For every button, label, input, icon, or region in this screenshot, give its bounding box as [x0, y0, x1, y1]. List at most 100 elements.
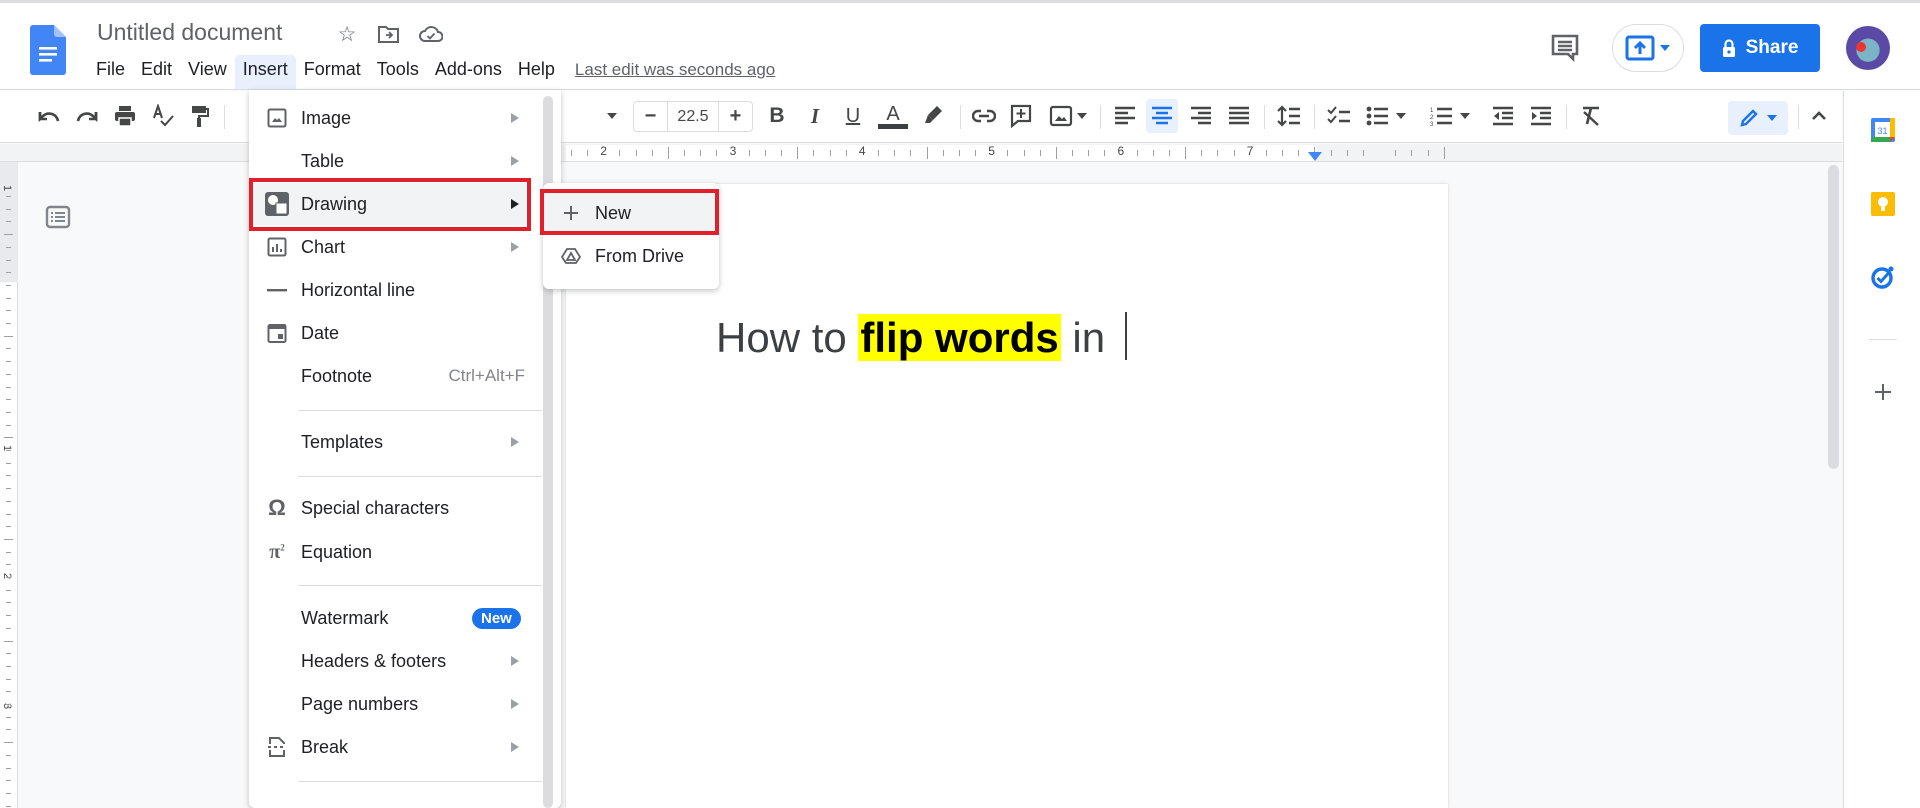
bulleted-list-button[interactable]	[1364, 101, 1408, 131]
insert-image-button[interactable]	[1046, 101, 1090, 131]
ruler-number: 2	[600, 144, 607, 158]
vertical-ruler-tick	[6, 615, 11, 617]
ruler-tick	[570, 150, 572, 156]
side-panel-divider	[1869, 339, 1897, 340]
account-avatar[interactable]	[1846, 26, 1890, 70]
underline-icon[interactable]: U	[840, 101, 866, 131]
submenu-arrow-icon	[511, 156, 519, 166]
ruler-tick	[958, 150, 960, 156]
vertical-ruler[interactable]: 1123	[0, 162, 18, 808]
bold-icon[interactable]: B	[764, 101, 790, 131]
document-outline-icon[interactable]	[45, 205, 71, 229]
menu-item-special-characters[interactable]: Ω Special characters	[249, 487, 543, 529]
vertical-ruler-tick	[6, 450, 11, 451]
undo-icon[interactable]	[36, 101, 62, 131]
ruler-tick	[635, 150, 637, 156]
decrease-font-size-button[interactable]: −	[634, 102, 667, 131]
add-addon-plus-icon[interactable]	[1870, 379, 1896, 405]
document-title[interactable]: Untitled document	[97, 19, 282, 46]
right-indent-marker[interactable]	[1308, 152, 1322, 161]
font-size-input[interactable]: 22.5	[667, 102, 719, 131]
increase-indent-icon[interactable]	[1526, 101, 1556, 131]
submenu-item-from-drive[interactable]: From Drive	[543, 236, 719, 276]
tasks-icon[interactable]	[1870, 264, 1896, 290]
ruler-tick	[700, 150, 702, 156]
ruler-number: 4	[858, 144, 866, 158]
redo-icon[interactable]	[74, 101, 100, 131]
increase-font-size-button[interactable]: +	[719, 102, 752, 131]
align-right-icon[interactable]	[1186, 101, 1216, 131]
menu-item-chart[interactable]: Chart	[249, 226, 543, 268]
menu-item-image[interactable]: Image	[249, 97, 543, 139]
menu-divider	[298, 476, 542, 477]
menu-view[interactable]: View	[180, 55, 235, 85]
ruler-tick	[1039, 150, 1041, 156]
menu-item-horizontal-line[interactable]: Horizontal line	[249, 269, 543, 311]
editing-mode-button[interactable]	[1728, 101, 1788, 135]
paint-format-icon[interactable]	[187, 101, 213, 131]
present-button[interactable]	[1612, 24, 1684, 72]
align-left-icon[interactable]	[1110, 101, 1140, 131]
keep-icon[interactable]	[1870, 191, 1896, 217]
menu-item-page-numbers[interactable]: Page numbers	[249, 683, 543, 725]
menu-format[interactable]: Format	[296, 55, 369, 85]
menu-item-table[interactable]: Table	[249, 140, 543, 182]
share-button[interactable]: Share	[1700, 24, 1820, 72]
font-dropdown-chevron-icon[interactable]	[603, 101, 621, 131]
vertical-ruler-tick	[6, 767, 11, 769]
menu-item-break[interactable]: Break	[249, 726, 543, 768]
menu-edit[interactable]: Edit	[133, 55, 180, 85]
numbered-list-button[interactable]: 123	[1428, 101, 1472, 131]
menu-item-templates[interactable]: Templates	[249, 421, 543, 463]
docs-logo-icon[interactable]	[30, 25, 66, 75]
ruler-tick	[813, 150, 815, 156]
omega-icon: Ω	[268, 495, 286, 520]
menu-item-headers-footers[interactable]: Headers & footers	[249, 640, 543, 682]
text-highlighted: flip words	[858, 314, 1061, 361]
ruler-tick	[1395, 150, 1397, 156]
checklist-icon[interactable]	[1324, 101, 1354, 131]
menu-item-date[interactable]: Date	[249, 312, 543, 354]
menu-tools[interactable]: Tools	[369, 55, 427, 85]
ruler-tick	[1298, 150, 1300, 156]
font-size-stepper: − 22.5 +	[633, 101, 753, 132]
ruler-tick	[748, 150, 750, 156]
move-to-folder-icon[interactable]	[376, 21, 402, 47]
decrease-indent-icon[interactable]	[1488, 101, 1518, 131]
document-scrollbar[interactable]	[1828, 165, 1839, 469]
insert-link-icon[interactable]	[970, 101, 998, 131]
italic-icon[interactable]: I	[802, 101, 828, 131]
justify-icon[interactable]	[1224, 101, 1254, 131]
spelling-check-icon[interactable]	[150, 101, 176, 131]
star-icon[interactable]: ☆	[334, 21, 360, 47]
calendar-icon[interactable]: 31	[1870, 117, 1896, 143]
menu-file[interactable]: File	[88, 55, 133, 85]
ruler-tick	[1411, 150, 1413, 156]
print-icon[interactable]	[112, 101, 138, 131]
line-spacing-icon[interactable]	[1274, 101, 1304, 131]
ruler-tick	[910, 150, 912, 156]
vertical-ruler-tick	[6, 653, 11, 655]
cloud-saved-icon[interactable]	[418, 21, 444, 47]
image-icon	[265, 106, 289, 130]
menu-item-equation[interactable]: π2 Equation	[249, 531, 543, 573]
comment-history-icon[interactable]	[1550, 33, 1580, 63]
menu-help[interactable]: Help	[510, 55, 563, 85]
menu-item-watermark[interactable]: Watermark New	[249, 597, 543, 639]
menu-addons[interactable]: Add-ons	[427, 55, 510, 85]
menu-insert[interactable]: Insert	[234, 55, 296, 89]
text-color-icon[interactable]: A	[878, 101, 908, 131]
add-comment-icon[interactable]	[1008, 101, 1034, 131]
document-body-text[interactable]: How to flip words in	[716, 312, 1127, 362]
menu-item-footnote[interactable]: Footnote Ctrl+Alt+F	[249, 355, 543, 397]
hide-menus-chevron-up-icon[interactable]	[1806, 101, 1832, 131]
vertical-ruler-tick	[6, 221, 11, 223]
last-edit-link[interactable]: Last edit was seconds ago	[563, 55, 787, 85]
clear-formatting-icon[interactable]	[1576, 101, 1606, 131]
ruler-tick	[764, 150, 766, 156]
horizontal-line-icon	[265, 278, 289, 302]
highlight-color-icon[interactable]	[920, 101, 946, 131]
align-center-icon[interactable]	[1146, 99, 1178, 133]
vertical-ruler-tick	[6, 754, 11, 756]
vertical-ruler-tick	[6, 424, 11, 426]
